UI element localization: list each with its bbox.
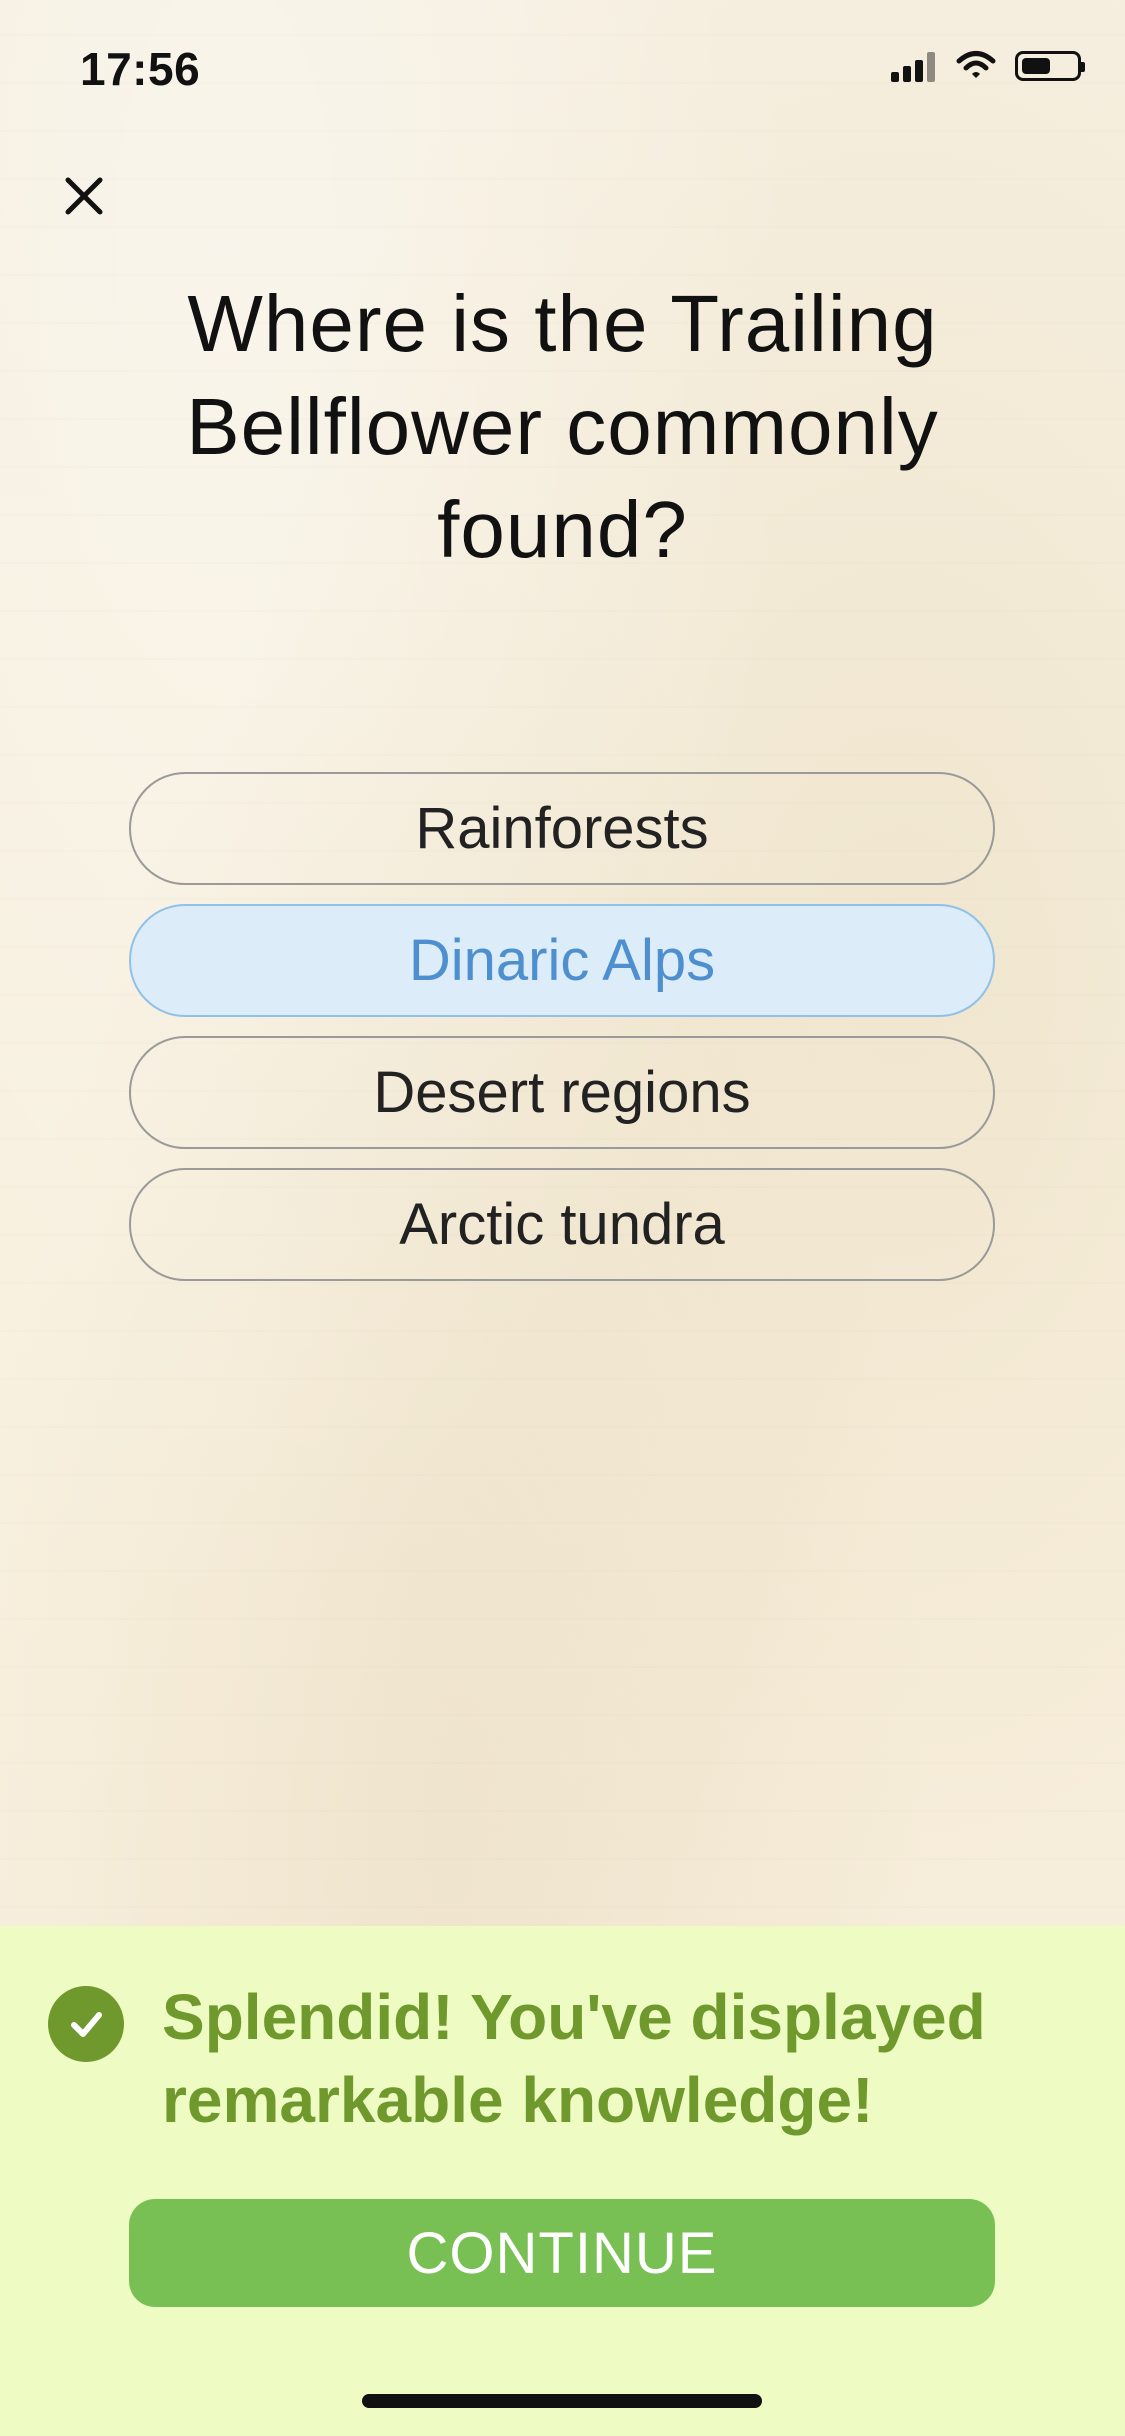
continue-button[interactable]: CONTINUE <box>129 2199 995 2307</box>
success-row: Splendid! You've displayed remarkable kn… <box>48 1976 1078 2142</box>
signal-icon <box>891 50 937 82</box>
status-bar: 17:56 <box>0 0 1125 130</box>
answer-option-desert-regions[interactable]: Desert regions <box>129 1036 995 1149</box>
battery-level <box>1022 58 1050 74</box>
answer-option-dinaric-alps[interactable]: Dinaric Alps <box>129 904 995 1017</box>
close-button[interactable] <box>56 168 112 224</box>
question-text: Where is the Trailing Bellflower commonl… <box>186 279 939 574</box>
check-icon <box>71 2012 102 2037</box>
check-circle-icon <box>48 1986 124 2062</box>
status-icons <box>891 50 1085 82</box>
success-message: Splendid! You've displayed remarkable kn… <box>162 1981 986 2136</box>
answer-option-rainforests[interactable]: Rainforests <box>129 772 995 885</box>
battery-icon <box>1015 51 1085 81</box>
feedback-sheet: Splendid! You've displayed remarkable kn… <box>0 1926 1125 2436</box>
home-indicator[interactable] <box>362 2394 762 2408</box>
wifi-icon <box>956 51 996 78</box>
answer-options: Rainforests Dinaric Alps Desert regions … <box>129 772 995 1281</box>
status-time: 17:56 <box>80 43 201 95</box>
answer-option-arctic-tundra[interactable]: Arctic tundra <box>129 1168 995 1281</box>
close-icon <box>65 177 103 215</box>
quiz-screen: 17:56 Where is the Trailing Bellflower c… <box>0 0 1125 2436</box>
